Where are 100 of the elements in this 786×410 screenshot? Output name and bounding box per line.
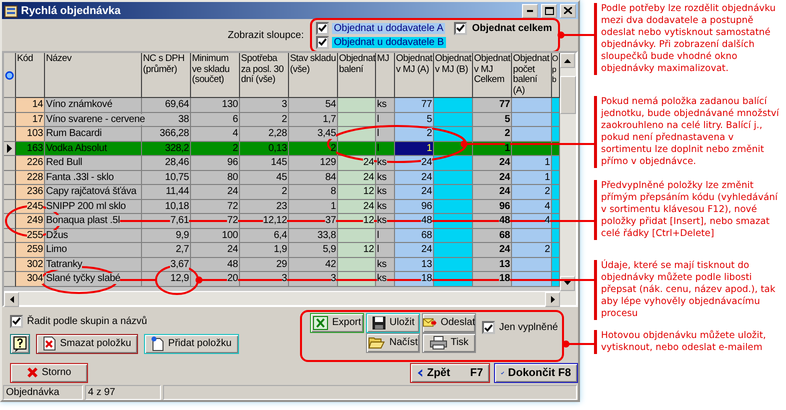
table-cell[interactable]: 100	[191, 228, 240, 244]
column-toggle-label[interactable]: Objednat u dodavatele A	[332, 22, 446, 34]
table-cell[interactable]: 68	[473, 228, 512, 244]
column-header[interactable]: Objednat v MJ (A)	[395, 53, 434, 98]
table-cell[interactable]: 0,13	[240, 142, 289, 156]
table-cell[interactable]	[338, 228, 376, 244]
table-cell[interactable]	[434, 170, 473, 186]
table-cell[interactable]: 163	[16, 142, 45, 156]
row-indicator[interactable]	[4, 127, 16, 142]
table-cell[interactable]: ks	[376, 185, 395, 200]
table-cell[interactable]: 2	[240, 185, 289, 200]
table-cell[interactable]: 24	[395, 170, 434, 186]
table-cell[interactable]: Red Bull	[45, 156, 142, 171]
table-cell[interactable]: 129	[289, 156, 338, 171]
column-toggle-label[interactable]: Objednat celkem	[470, 22, 554, 34]
table-cell[interactable]: 1	[512, 170, 552, 186]
table-cell[interactable]: 6,4	[240, 228, 289, 244]
footer-button[interactable]: Zpět F7	[410, 362, 490, 382]
table-cell[interactable]: 304	[16, 272, 45, 287]
action-button[interactable]: Uložit	[366, 312, 420, 333]
table-cell[interactable]: 24	[395, 243, 434, 258]
table-cell[interactable]: ks	[376, 258, 395, 272]
table-cell[interactable]: 28,46	[142, 156, 191, 171]
table-cell[interactable]: 12,12	[240, 214, 289, 229]
table-cell[interactable]: Rum Bacardi	[45, 127, 142, 142]
column-header[interactable]: NC s DPH (průměr)	[142, 53, 191, 98]
table-cell[interactable]	[434, 258, 473, 272]
table-cell[interactable]: 24	[338, 200, 376, 214]
column-toggle-label[interactable]: Objednat u dodavatele B	[332, 36, 446, 48]
help-button[interactable]	[10, 334, 30, 354]
table-cell[interactable]: l	[376, 243, 395, 258]
action-button[interactable]: Export	[310, 312, 364, 333]
table-cell[interactable]: Víno známkové	[45, 98, 142, 113]
table-cell[interactable]: l	[376, 142, 395, 156]
table-cell[interactable]: 2	[512, 185, 552, 200]
table-cell[interactable]: 77	[473, 98, 512, 113]
column-header[interactable]: Objednat v MJ Celkem	[473, 53, 512, 98]
table-cell[interactable]: 5,9	[289, 243, 338, 258]
table-cell[interactable]: 72	[191, 200, 240, 214]
row-indicator[interactable]	[4, 112, 16, 128]
table-cell[interactable]	[512, 127, 552, 142]
horizontal-scrollbar[interactable]	[4, 290, 560, 305]
table-cell[interactable]: 8	[289, 185, 338, 200]
table-cell[interactable]: SNIPP 200 ml sklo	[45, 200, 142, 214]
table-cell[interactable]	[512, 228, 552, 244]
table-cell[interactable]: 96	[191, 156, 240, 171]
footer-button[interactable]: Dokončit F8	[494, 362, 578, 382]
column-header[interactable]: Název	[45, 53, 142, 98]
table-cell[interactable]: 11,44	[142, 185, 191, 200]
table-cell[interactable]: 1,7	[289, 112, 338, 128]
table-cell[interactable]: 80	[191, 170, 240, 186]
table-cell[interactable]: 12	[338, 214, 376, 229]
table-cell[interactable]: 1	[289, 200, 338, 214]
table-cell[interactable]: 236	[16, 185, 45, 200]
table-cell[interactable]	[512, 258, 552, 272]
table-cell[interactable]: 77	[395, 98, 434, 113]
action-button[interactable]: Načíst	[366, 332, 420, 353]
table-cell[interactable]: 18	[473, 272, 512, 287]
table-cell[interactable]: 2	[240, 112, 289, 128]
table-cell[interactable]: 6	[191, 112, 240, 128]
table-cell[interactable]: ks	[376, 98, 395, 113]
row-indicator[interactable]	[4, 170, 16, 186]
table-cell[interactable]: 13	[473, 258, 512, 272]
column-header[interactable]: Spotřeba za posl. 30 dní (vše)	[240, 53, 289, 98]
table-cell[interactable]: 366,28	[142, 127, 191, 142]
table-cell[interactable]: 13	[395, 258, 434, 272]
minimize-button[interactable]	[522, 4, 538, 18]
action-button[interactable]: Tisk	[422, 332, 476, 353]
table-cell[interactable]: Limo	[45, 243, 142, 258]
table-cell[interactable]: 1	[395, 142, 434, 156]
table-cell[interactable]: ks	[376, 200, 395, 214]
table-cell[interactable]	[434, 156, 473, 171]
table-cell[interactable]: 33,8	[289, 228, 338, 244]
table-cell[interactable]: 24	[395, 156, 434, 171]
table-cell[interactable]	[552, 156, 560, 171]
table-cell[interactable]	[552, 98, 560, 113]
table-cell[interactable]: ks	[376, 170, 395, 186]
column-header[interactable]: Objednat v MJ (B)	[434, 53, 473, 98]
table-cell[interactable]: 84	[289, 170, 338, 186]
table-cell[interactable]	[338, 98, 376, 113]
table-cell[interactable]: Fanta .33l - sklo	[45, 170, 142, 186]
table-cell[interactable]: 14	[16, 98, 45, 113]
table-cell[interactable]: 9,9	[142, 228, 191, 244]
table-cell[interactable]: 3,45	[289, 127, 338, 142]
table-cell[interactable]: 259	[16, 243, 45, 258]
table-cell[interactable]: 24	[338, 170, 376, 186]
action-button[interactable]: Odeslat	[422, 312, 476, 333]
table-cell[interactable]: 5	[473, 112, 512, 128]
table-cell[interactable]	[552, 243, 560, 258]
table-cell[interactable]	[552, 170, 560, 186]
table-cell[interactable]: ks	[376, 272, 395, 287]
table-cell[interactable]: Bonaqua plast .5l	[45, 214, 142, 229]
table-cell[interactable]	[338, 258, 376, 272]
table-cell[interactable]: 24	[473, 185, 512, 200]
maximize-button[interactable]	[541, 4, 557, 18]
table-cell[interactable]: ks	[376, 156, 395, 171]
row-indicator[interactable]	[4, 156, 16, 171]
table-cell[interactable]: 2,28	[240, 127, 289, 142]
table-cell[interactable]: 228	[16, 170, 45, 186]
table-cell[interactable]	[434, 243, 473, 258]
